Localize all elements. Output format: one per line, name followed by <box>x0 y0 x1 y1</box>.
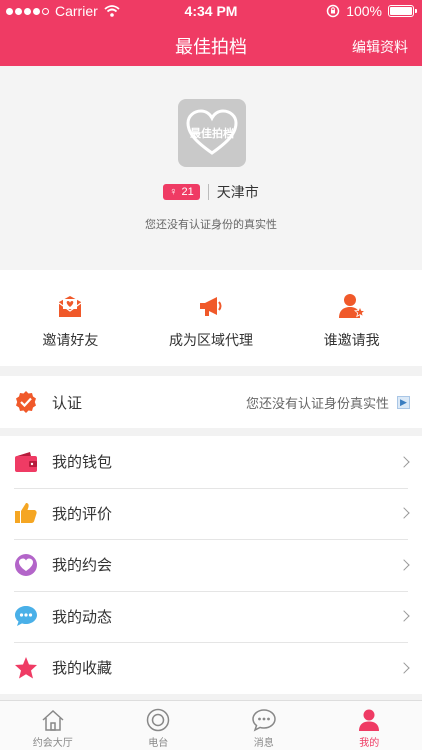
menu-label: 我的动态 <box>52 608 113 626</box>
menu-item-wallet[interactable]: 我的钱包 <box>0 436 422 488</box>
tab-radio[interactable]: 电台 <box>106 701 212 750</box>
menu-item-favorites[interactable]: 我的收藏 <box>0 642 422 694</box>
menu-label: 我的钱包 <box>52 454 113 472</box>
age-value: 21 <box>181 186 194 198</box>
gender-age-badge: ♀ 21 <box>163 184 200 200</box>
menu-item-reviews[interactable]: 我的评价 <box>0 487 422 540</box>
menu-label: 我的约会 <box>52 557 113 575</box>
orientation-lock-icon <box>326 4 340 18</box>
tab-label: 约会大厅 <box>32 738 73 749</box>
city-label: 天津市 <box>216 184 259 200</box>
tab-bar: 约会大厅 电台 消息 我的 <box>0 700 422 750</box>
heart-icon <box>15 553 37 576</box>
chevron-right-icon <box>398 456 410 468</box>
invite-friends-button[interactable]: 邀请好友 <box>0 270 141 366</box>
chevron-right-icon <box>398 610 410 622</box>
avatar-text: 最佳拍档 <box>190 128 234 140</box>
tab-label: 我的 <box>359 738 380 749</box>
menu-label: 我的评价 <box>52 505 113 523</box>
invite-mail-icon <box>58 296 82 317</box>
battery-icon <box>388 5 417 17</box>
user-star-icon <box>338 294 366 318</box>
tab-me[interactable]: 我的 <box>317 701 422 750</box>
message-icon <box>251 709 276 732</box>
action-label: 成为区域代理 <box>169 332 253 348</box>
edit-profile-button[interactable]: 编辑资料 <box>352 37 408 57</box>
thumbs-up-icon <box>15 503 37 524</box>
chat-bubble-icon <box>15 606 37 627</box>
certification-row[interactable]: 认证 您还没有认证身份真实性 ▶ <box>0 376 422 428</box>
profile-section: 最佳拍档 ♀ 21 天津市 您还没有认证身份的真实性 <box>0 66 422 270</box>
action-row: 邀请好友 成为区域代理 谁邀请我 <box>0 270 422 366</box>
top-bar: Carrier 4:34 PM 100% 最佳拍档 编辑资料 <box>0 0 422 66</box>
certification-status: 您还没有认证身份真实性 <box>245 395 389 411</box>
who-invited-me-button[interactable]: 谁邀请我 <box>281 270 422 366</box>
tab-label: 电台 <box>148 738 169 749</box>
chevron-right-icon <box>398 662 410 674</box>
profile-info: ♀ 21 天津市 <box>0 182 422 202</box>
divider <box>207 184 209 200</box>
tab-dating-hall[interactable]: 约会大厅 <box>0 701 106 750</box>
menu-item-dates[interactable]: 我的约会 <box>0 539 422 591</box>
chevron-right-icon <box>398 507 410 519</box>
female-icon: ♀ <box>169 186 178 198</box>
status-bar: Carrier 4:34 PM 100% <box>0 0 422 22</box>
arrow-right-icon: ▶ <box>397 395 410 409</box>
become-agent-button[interactable]: 成为区域代理 <box>141 270 282 366</box>
battery-label: 100% <box>346 3 382 19</box>
person-icon <box>359 709 380 731</box>
star-icon <box>15 656 37 679</box>
tab-messages[interactable]: 消息 <box>211 701 317 750</box>
tab-label: 消息 <box>253 738 274 749</box>
menu-label: 我的收藏 <box>52 660 113 678</box>
certified-badge-icon <box>16 391 36 413</box>
megaphone-icon <box>200 297 222 316</box>
verify-note: 您还没有认证身份的真实性 <box>145 219 277 231</box>
action-label: 谁邀请我 <box>323 332 380 348</box>
menu-item-moments[interactable]: 我的动态 <box>0 590 422 643</box>
chevron-right-icon <box>398 559 410 571</box>
avatar[interactable]: 最佳拍档 <box>178 99 246 167</box>
home-icon <box>42 709 64 731</box>
certification-label: 认证 <box>52 394 83 412</box>
wallet-icon <box>15 451 37 472</box>
menu-list: 我的钱包 我的评价 我的约会 我的动态 我的收藏 <box>0 436 422 694</box>
action-label: 邀请好友 <box>42 332 99 348</box>
radio-icon <box>147 708 170 732</box>
